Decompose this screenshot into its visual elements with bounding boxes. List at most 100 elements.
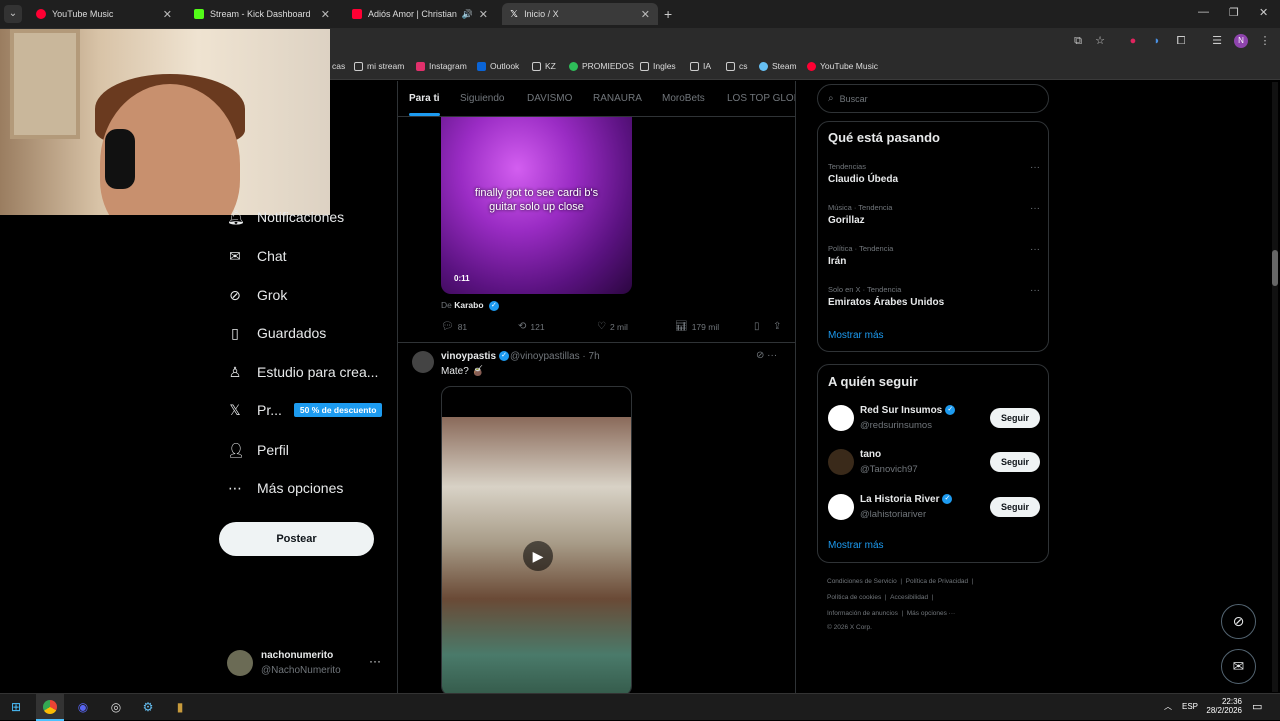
footer-link[interactable]: Política de cookies <box>827 594 881 601</box>
close-icon[interactable]: ✕ <box>641 8 650 21</box>
trend-item[interactable]: Música · Tendencia Gorillaz ··· <box>828 203 1040 239</box>
discord-icon[interactable]: ◉ <box>75 699 91 715</box>
close-icon[interactable]: ✕ <box>321 8 330 21</box>
browser-tab-youtube-video[interactable]: Adiós Amor | Christian Nod 🔊 ✕ <box>344 3 496 25</box>
extension-red-icon[interactable]: ● <box>1126 34 1140 48</box>
post-video[interactable]: ▶ <box>441 386 632 693</box>
share-button[interactable]: ⇪ <box>773 321 785 332</box>
media-control-icon[interactable]: ☰ <box>1210 34 1224 48</box>
bookmark-item[interactable]: YouTube Music <box>807 61 878 71</box>
repost-button[interactable]: ⟲ 121 <box>518 321 545 332</box>
follow-button[interactable]: Seguir <box>990 497 1040 517</box>
clock[interactable]: 22:36 28/2/2026 <box>1200 697 1242 715</box>
tab-para-ti[interactable]: Para ti <box>409 93 440 116</box>
tab-search-menu[interactable]: ⌄ <box>4 5 22 23</box>
extensions-puzzle-icon[interactable]: ⧠ <box>1174 34 1188 48</box>
install-app-icon[interactable]: ⧉ <box>1071 34 1085 48</box>
search-input[interactable]: ⌕ Buscar <box>817 84 1049 113</box>
follow-button[interactable]: Seguir <box>990 452 1040 472</box>
more-dots-icon[interactable]: ··· <box>369 654 381 668</box>
account-switcher[interactable]: nachonumerito @NachoNumerito ··· <box>227 648 387 680</box>
footer-link[interactable]: Información de anuncios <box>827 610 898 617</box>
bookmark-item[interactable]: KZ <box>532 61 556 71</box>
close-icon[interactable]: ✕ <box>479 8 488 21</box>
footer-link[interactable]: Condiciones de Servicio <box>827 578 897 585</box>
steam-icon[interactable]: ⚙ <box>140 699 156 715</box>
post-video[interactable]: finally got to see cardi b's guitar solo… <box>441 101 632 294</box>
audio-playing-icon[interactable]: 🔊 <box>462 9 473 20</box>
more-dots-icon[interactable]: ··· <box>767 350 777 361</box>
author-name[interactable]: vinoypastis ✓ <box>441 351 510 362</box>
browser-tab-youtube-music[interactable]: YouTube Music ✕ <box>28 3 180 25</box>
restore-button[interactable]: ❐ <box>1229 6 1239 19</box>
avatar[interactable] <box>412 351 434 373</box>
extension-audio-icon[interactable]: ◗ <box>1150 34 1164 48</box>
like-button[interactable]: ♡ 2 mil <box>597 321 628 332</box>
tab-los-top-globa[interactable]: LOS TOP GLOBA <box>727 93 795 104</box>
follow-suggestion[interactable]: Red Sur Insumos ✓ @redsurinsumos Seguir <box>828 403 1040 437</box>
more-dots-icon[interactable]: ··· <box>1030 244 1040 255</box>
bookmark-item[interactable]: Instagram <box>416 61 467 71</box>
windows-start-icon[interactable]: ⊞ <box>8 699 24 715</box>
new-tab-button[interactable]: + <box>664 6 672 22</box>
bookmark-star-icon[interactable]: ☆ <box>1093 34 1107 48</box>
scrollbar[interactable] <box>1272 82 1278 692</box>
bookmark-item[interactable]: mi stream <box>354 61 404 71</box>
footer-link[interactable]: Política de Privacidad <box>906 578 969 585</box>
show-more-link[interactable]: Mostrar más <box>828 330 884 341</box>
trend-item[interactable]: Solo en X · Tendencia Emiratos Árabes Uni… <box>828 285 1040 321</box>
follow-suggestion[interactable]: tano @Tanovich97 Seguir <box>828 447 1040 481</box>
tab-siguiendo[interactable]: Siguiendo <box>460 93 504 104</box>
follow-suggestion[interactable]: La Historia River ✓ @lahistoriariver Segu… <box>828 492 1040 526</box>
trend-item[interactable]: Tendencias Claudio Úbeda ··· <box>828 162 1040 198</box>
footer-link[interactable]: Más opciones ··· <box>907 610 955 617</box>
minimize-button[interactable]: — <box>1198 6 1209 18</box>
language-indicator[interactable]: ESP <box>1182 702 1198 711</box>
reply-button[interactable]: 💬︎ 81 <box>441 321 467 332</box>
nav-creator-studio[interactable]: ♙ Estudio para crea... <box>227 364 379 380</box>
tray-overflow-icon[interactable]: ︿ <box>1164 701 1172 712</box>
bookmark-item[interactable]: Outlook <box>477 61 519 71</box>
footer-link[interactable]: Accesibilidad <box>890 594 928 601</box>
league-icon[interactable]: ▮ <box>172 699 188 715</box>
more-dots-icon[interactable]: ··· <box>1030 203 1040 214</box>
close-icon[interactable]: ✕ <box>163 8 172 21</box>
bookmark-item[interactable]: Ingles <box>640 61 676 71</box>
nav-chat[interactable]: ✉ Chat <box>227 248 286 264</box>
tab-ranaura[interactable]: RANAURA <box>593 93 642 104</box>
browser-menu-icon[interactable]: ⋮ <box>1258 34 1272 48</box>
views-button[interactable]: 📊︎ 179 mil <box>675 321 719 332</box>
browser-tab-kick[interactable]: Stream - Kick Dashboard ✕ <box>186 3 338 25</box>
scrollbar-thumb[interactable] <box>1272 250 1278 286</box>
trend-item[interactable]: Política · Tendencia Irán ··· <box>828 244 1040 280</box>
play-icon[interactable]: ▶ <box>523 541 553 571</box>
tab-morobets[interactable]: MoroBets <box>662 93 705 104</box>
messages-floating-button[interactable]: ✉ <box>1221 649 1256 684</box>
follow-button[interactable]: Seguir <box>990 408 1040 428</box>
nav-more-options[interactable]: ⋯ Más opciones <box>227 480 343 496</box>
profile-avatar[interactable]: N <box>1234 34 1248 48</box>
post-button[interactable]: Postear <box>219 522 374 556</box>
nav-grok[interactable]: ⊘ Grok <box>227 287 287 303</box>
obs-icon[interactable]: ◎ <box>108 699 124 715</box>
tab-davismo[interactable]: DAVISMO <box>527 93 572 104</box>
nav-saved[interactable]: ▯ Guardados <box>227 325 326 341</box>
taskbar-app-chrome[interactable] <box>36 694 64 721</box>
nav-premium[interactable]: 𝕏 Pr... 50 % de descuento <box>227 402 383 418</box>
more-dots-icon[interactable]: ··· <box>1030 162 1040 173</box>
nav-profile[interactable]: 👤︎ Perfil <box>227 442 289 458</box>
grok-floating-button[interactable]: ⊘ <box>1221 604 1256 639</box>
bookmark-item[interactable]: cas <box>332 61 345 71</box>
notifications-icon[interactable]: ▭ <box>1252 700 1262 713</box>
bookmark-item[interactable]: cs <box>726 61 748 71</box>
bookmark-item[interactable]: IA <box>690 61 711 71</box>
source-name[interactable]: Karabo <box>454 300 483 310</box>
grok-icon[interactable]: ⊘ <box>756 350 764 361</box>
bookmark-item[interactable]: PROMIEDOS <box>569 61 634 71</box>
browser-tab-x-home[interactable]: 𝕏 Inicio / X ✕ <box>502 3 658 25</box>
bookmark-button[interactable]: ▯ <box>754 321 764 332</box>
more-dots-icon[interactable]: ··· <box>1030 285 1040 296</box>
show-more-link[interactable]: Mostrar más <box>828 540 884 551</box>
author-handle[interactable]: @vinoypastillas · 7h <box>510 351 600 362</box>
close-window-button[interactable]: ✕ <box>1259 6 1268 19</box>
